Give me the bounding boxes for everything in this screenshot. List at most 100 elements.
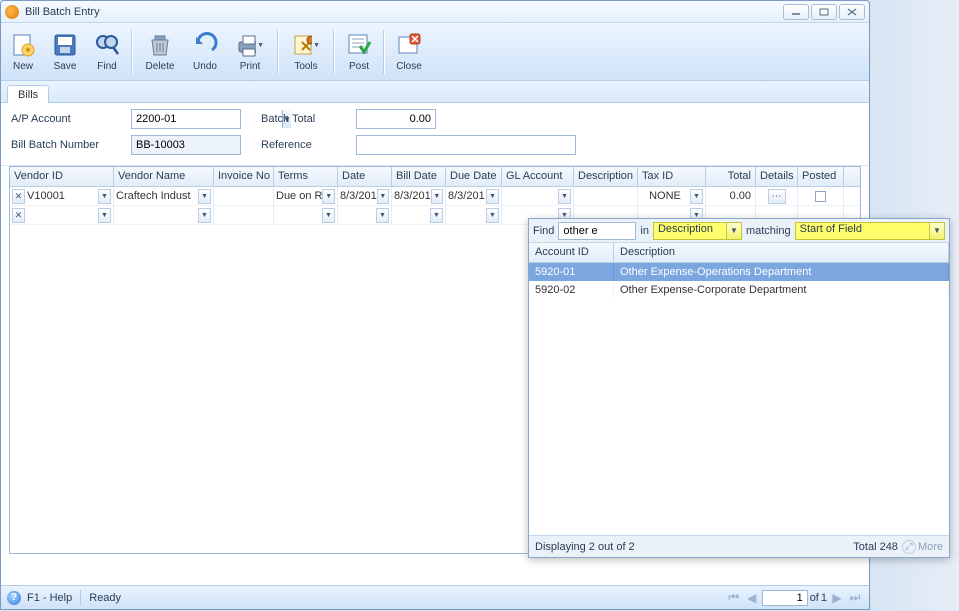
due-date-dropdown[interactable]: ▼ [486, 189, 499, 204]
bill-date-dropdown[interactable]: ▼ [431, 189, 443, 204]
new-icon: ✶ [9, 31, 37, 59]
col-gl-account[interactable]: GL Account [502, 167, 574, 186]
col-due-date[interactable]: Due Date [446, 167, 502, 186]
find-label: Find [97, 61, 116, 72]
lookup-in-dropdown[interactable]: ▼ [726, 223, 741, 239]
close-label: Close [396, 61, 422, 72]
lookup-cell-account-id: 5920-02 [529, 282, 614, 298]
pager: ⏮ ◀ of 1 ▶ ⏭ [726, 590, 863, 606]
maximize-button[interactable] [811, 4, 837, 20]
reference-field[interactable] [356, 135, 576, 155]
date-dropdown[interactable]: ▼ [377, 189, 389, 204]
due-date-dropdown[interactable]: ▼ [486, 208, 499, 223]
page-input[interactable] [762, 590, 808, 606]
gl-dropdown[interactable]: ▼ [558, 189, 571, 204]
col-bill-date[interactable]: Bill Date [392, 167, 446, 186]
lookup-row[interactable]: 5920-02 Other Expense-Corporate Departme… [529, 281, 949, 299]
col-details[interactable]: Details [756, 167, 798, 186]
save-button[interactable]: Save [45, 25, 85, 79]
print-icon: ▼ [236, 31, 264, 59]
col-posted[interactable]: Posted [798, 167, 844, 186]
nav-prev[interactable]: ◀ [744, 590, 760, 606]
tools-button[interactable]: ▼ Tools [283, 25, 329, 79]
lookup-matching-dropdown[interactable]: ▼ [929, 223, 944, 239]
date-dropdown[interactable]: ▼ [376, 208, 389, 223]
cell-total: 0.00 [730, 190, 751, 202]
lookup-col-description[interactable]: Description [614, 243, 949, 262]
ap-account-input[interactable] [132, 110, 282, 128]
lookup-total: Total 248 [853, 541, 898, 553]
col-tax-id[interactable]: Tax ID [638, 167, 706, 186]
grid-row[interactable]: ✕V10001▼ Craftech Indust▼ Due on R▼ 8/3/… [10, 187, 860, 206]
lookup-row[interactable]: 5920-01 Other Expense-Operations Departm… [529, 263, 949, 281]
nav-last[interactable]: ⏭ [847, 590, 863, 606]
post-label: Post [349, 61, 369, 72]
help-label[interactable]: F1 - Help [27, 592, 72, 604]
lookup-status: Displaying 2 out of 2 [535, 541, 635, 553]
lookup-popup: Find in Description ▼ matching Start of … [528, 218, 950, 558]
lookup-more-button[interactable]: ⤢ More [902, 540, 943, 554]
row-delete-icon[interactable]: ✕ [12, 189, 25, 204]
lookup-in-combo[interactable]: Description ▼ [653, 222, 742, 240]
minimize-button[interactable] [783, 4, 809, 20]
lookup-cell-description: Other Expense-Corporate Department [614, 282, 949, 298]
bill-batch-label: Bill Batch Number [11, 139, 131, 151]
lookup-find-label: Find [533, 225, 554, 237]
print-button[interactable]: ▼ Print [227, 25, 273, 79]
tab-bills[interactable]: Bills [7, 85, 49, 103]
lookup-col-account-id[interactable]: Account ID [529, 243, 614, 262]
cell-due-date: 8/3/201 [448, 190, 485, 202]
col-vendor-id[interactable]: Vendor ID [10, 167, 114, 186]
col-vendor-name[interactable]: Vendor Name [114, 167, 214, 186]
find-icon [93, 31, 121, 59]
col-terms[interactable]: Terms [274, 167, 338, 186]
col-total[interactable]: Total [706, 167, 756, 186]
vendor-name-dropdown[interactable]: ▼ [198, 208, 211, 223]
titlebar[interactable]: Bill Batch Entry [1, 1, 869, 23]
app-icon [5, 5, 19, 19]
nav-first[interactable]: ⏮ [726, 590, 742, 606]
window-title: Bill Batch Entry [25, 6, 783, 18]
terms-dropdown[interactable]: ▼ [322, 189, 335, 204]
cell-tax-id: NONE [649, 190, 681, 202]
close-window-button[interactable] [839, 4, 865, 20]
lookup-matching-combo[interactable]: Start of Field ▼ [795, 222, 945, 240]
new-button[interactable]: ✶ New [3, 25, 43, 79]
undo-button[interactable]: Undo [185, 25, 225, 79]
page-of-label: of [810, 592, 819, 604]
delete-button[interactable]: Delete [137, 25, 183, 79]
lookup-in-value: Description [654, 223, 726, 239]
col-description[interactable]: Description [574, 167, 638, 186]
lookup-matching-label: matching [746, 225, 791, 237]
close-button[interactable]: Close [389, 25, 429, 79]
tax-dropdown[interactable]: ▼ [690, 189, 703, 204]
help-icon[interactable]: ? [7, 591, 21, 605]
statusbar: ? F1 - Help Ready ⏮ ◀ of 1 ▶ ⏭ [1, 585, 869, 609]
vendor-id-dropdown[interactable]: ▼ [98, 208, 111, 223]
tools-label: Tools [294, 61, 317, 72]
posted-checkbox[interactable] [815, 191, 826, 202]
ap-account-combo[interactable]: ▼ [131, 109, 241, 129]
details-button[interactable]: ⋯ [768, 189, 786, 204]
vendor-name-dropdown[interactable]: ▼ [198, 189, 211, 204]
lookup-find-input[interactable] [558, 222, 636, 240]
lookup-more-label: More [918, 541, 943, 553]
vendor-id-dropdown[interactable]: ▼ [98, 189, 111, 204]
bill-batch-field[interactable] [131, 135, 241, 155]
undo-icon [191, 31, 219, 59]
find-button[interactable]: Find [87, 25, 127, 79]
nav-next[interactable]: ▶ [829, 590, 845, 606]
row-delete-icon[interactable]: ✕ [12, 208, 25, 223]
post-button[interactable]: Post [339, 25, 379, 79]
svg-text:✶: ✶ [24, 45, 32, 55]
tabstrip: Bills [1, 81, 869, 103]
more-icon: ⤢ [902, 540, 916, 554]
col-date[interactable]: Date [338, 167, 392, 186]
lookup-matching-value: Start of Field [796, 223, 929, 239]
col-invoice-no[interactable]: Invoice No [214, 167, 274, 186]
terms-dropdown[interactable]: ▼ [322, 208, 335, 223]
bill-date-dropdown[interactable]: ▼ [430, 208, 443, 223]
grid-header-row: Vendor ID Vendor Name Invoice No Terms D… [10, 167, 860, 187]
batch-total-field[interactable] [356, 109, 436, 129]
cell-vendor-id: V10001 [27, 190, 65, 202]
